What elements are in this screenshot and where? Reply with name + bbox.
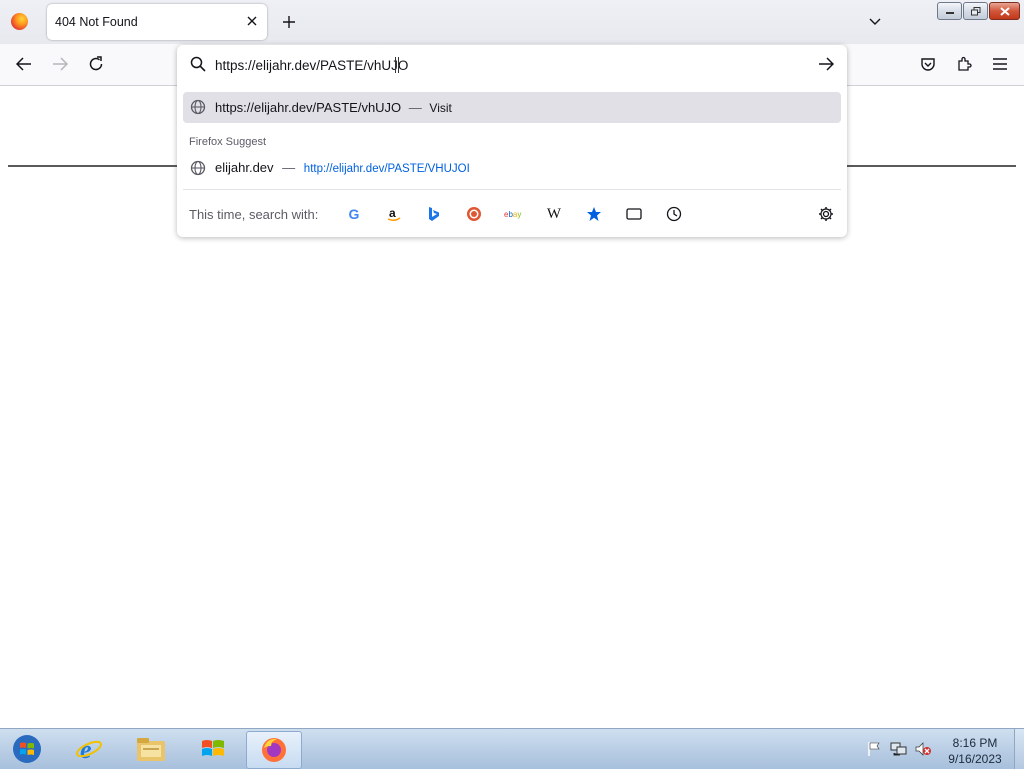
windows-media-icon[interactable] (186, 731, 240, 767)
search-icon (190, 56, 206, 75)
go-arrow-icon[interactable] (818, 57, 835, 74)
url-input[interactable]: https://elijahr.dev/PASTE/vhUJO (215, 58, 408, 73)
svg-text:e: e (80, 735, 92, 764)
taskbar: e 8:16 PM 9/16/2023 (0, 728, 1024, 769)
history-icon[interactable] (663, 203, 685, 225)
urlbar-popup: https://elijahr.dev/PASTE/vhUJO https://… (177, 45, 847, 237)
visit-url-text: https://elijahr.dev/PASTE/vhUJO (215, 100, 402, 115)
suggest-row[interactable]: elijahr.dev — http://elijahr.dev/PASTE/V… (183, 153, 841, 181)
tab-title: 404 Not Found (55, 15, 138, 29)
firefox-logo-icon[interactable] (11, 13, 28, 30)
clock-time: 8:16 PM (952, 736, 998, 750)
bing-icon[interactable] (423, 203, 445, 225)
suggest-dash: — (282, 160, 296, 175)
visit-action: Visit (429, 101, 452, 115)
file-explorer-icon[interactable] (124, 731, 178, 767)
extensions-icon[interactable] (950, 50, 978, 78)
firefox-taskbar-icon[interactable] (246, 731, 302, 769)
ebay-icon[interactable]: ebay (503, 203, 525, 225)
svg-text:a: a (389, 206, 396, 220)
globe-icon (190, 160, 206, 179)
duckduckgo-icon[interactable] (463, 203, 485, 225)
firefox-suggest-label: Firefox Suggest (189, 136, 267, 148)
search-with-label: This time, search with: (189, 207, 319, 222)
suggest-url: http://elijahr.dev/PASTE/VHUJOI (303, 163, 470, 175)
wikipedia-icon[interactable]: W (543, 203, 565, 225)
pocket-icon[interactable] (914, 50, 942, 78)
bookmarks-icon[interactable] (583, 203, 605, 225)
settings-gear-icon[interactable] (815, 203, 837, 225)
svg-text:ebay: ebay (504, 210, 521, 219)
close-window-button[interactable] (989, 2, 1020, 20)
action-center-flag-icon[interactable] (866, 741, 882, 760)
globe-icon (190, 99, 206, 118)
minimize-button[interactable] (937, 2, 963, 20)
suggest-content: elijahr.dev — http://elijahr.dev/PASTE/V… (215, 160, 470, 175)
visit-dash: — (408, 100, 422, 115)
back-icon[interactable] (10, 50, 38, 78)
visit-suggestion-row[interactable]: https://elijahr.dev/PASTE/vhUJO — Visit (183, 92, 841, 123)
tabs-icon[interactable] (623, 203, 645, 225)
menu-icon[interactable] (986, 50, 1014, 78)
google-icon[interactable]: G (343, 203, 365, 225)
popup-divider (183, 189, 841, 190)
tab-strip: 404 Not Found (0, 0, 1024, 44)
system-clock[interactable]: 8:16 PM 9/16/2023 (935, 735, 1015, 767)
text-cursor-icon (395, 57, 399, 73)
window-controls (937, 2, 1021, 20)
show-desktop-button[interactable] (1014, 729, 1024, 769)
suggest-title: elijahr.dev (215, 160, 274, 175)
restore-button[interactable] (963, 2, 989, 20)
network-icon[interactable] (890, 741, 908, 760)
tab-404[interactable]: 404 Not Found (47, 4, 267, 40)
volume-muted-icon[interactable] (914, 741, 932, 760)
new-tab-icon[interactable] (280, 13, 298, 31)
close-tab-icon[interactable] (243, 12, 261, 30)
list-all-tabs-icon[interactable] (866, 13, 884, 31)
amazon-icon[interactable]: a (383, 203, 405, 225)
forward-icon[interactable] (46, 50, 74, 78)
internet-explorer-icon[interactable]: e (62, 731, 116, 767)
clock-date: 9/16/2023 (948, 752, 1002, 766)
reload-icon[interactable] (82, 50, 110, 78)
visit-url: https://elijahr.dev/PASTE/vhUJO — Visit (215, 100, 452, 115)
start-button[interactable] (0, 731, 54, 767)
